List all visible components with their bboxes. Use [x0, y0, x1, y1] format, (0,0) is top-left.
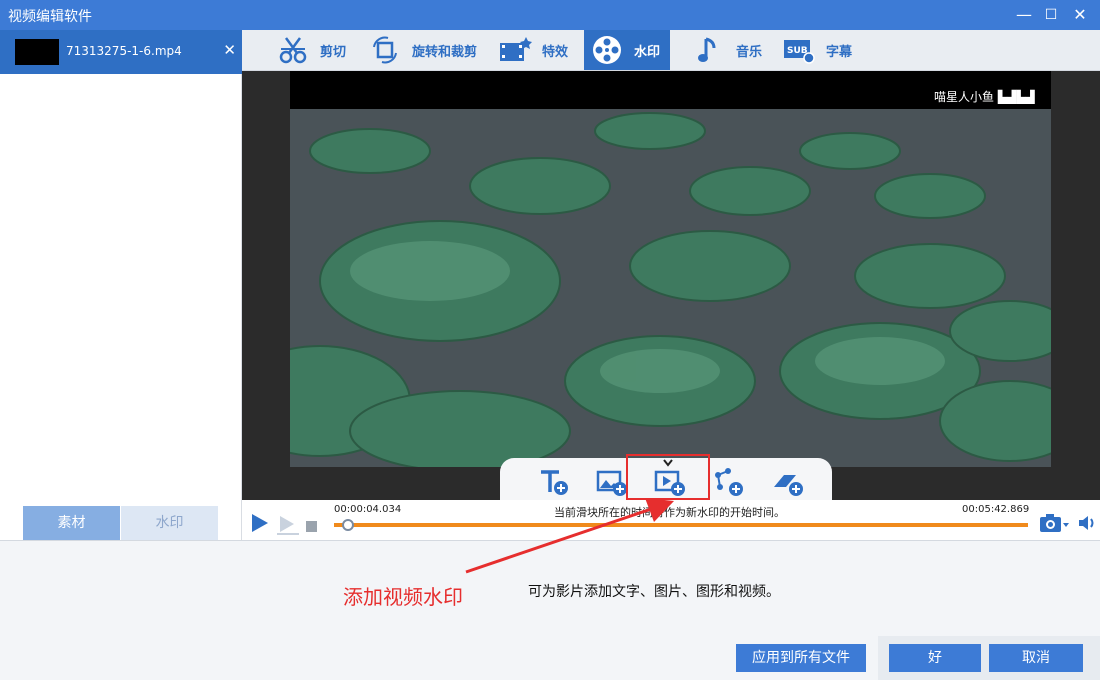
- file-list-item[interactable]: 71313275-1-6.mp4 ✕: [0, 30, 242, 74]
- sidebar: 71313275-1-6.mp4 ✕ 素材 水印: [0, 30, 242, 540]
- stop-button[interactable]: [306, 518, 318, 537]
- tool-effects-label: 特效: [542, 44, 569, 60]
- minimize-button[interactable]: —: [1014, 5, 1034, 25]
- current-time: 00:00:04.034: [334, 504, 402, 515]
- camera-icon: [1040, 514, 1069, 532]
- timeline-slider-handle[interactable]: [342, 519, 355, 531]
- tool-music-label: 音乐: [736, 44, 763, 60]
- volume-icon: [1079, 516, 1094, 530]
- tool-rotate-crop[interactable]: 旋转和裁剪: [368, 30, 477, 70]
- video-thumbnail: [15, 39, 59, 65]
- remove-file-icon[interactable]: ✕: [223, 41, 236, 59]
- tool-music[interactable]: 音乐: [692, 30, 762, 70]
- video-frame: [290, 71, 1051, 467]
- tool-subtitle[interactable]: SUB 字幕: [782, 30, 852, 70]
- tool-cut[interactable]: 剪切: [276, 30, 346, 70]
- play-button[interactable]: [250, 513, 270, 537]
- tool-cut-label: 剪切: [320, 44, 347, 60]
- chevron-down-icon[interactable]: [663, 457, 673, 470]
- close-button[interactable]: ✕: [1070, 5, 1090, 25]
- add-eraser-icon: [772, 467, 804, 501]
- subtitle-icon: SUB: [782, 33, 816, 67]
- tool-effects[interactable]: 特效: [498, 30, 568, 70]
- tool-subtitle-label: 字幕: [826, 44, 853, 60]
- music-note-icon: [692, 33, 726, 67]
- annotation-label: 添加视频水印: [343, 585, 463, 609]
- add-shape-icon: [712, 467, 744, 501]
- rotate-crop-icon: [368, 33, 402, 67]
- add-eraser-watermark-button[interactable]: [770, 468, 806, 500]
- video-watermark-text: 喵星人小鱼 ▙▟▙▟: [934, 90, 1035, 104]
- volume-button[interactable]: [1078, 515, 1098, 535]
- tool-watermark-label: 水印: [634, 44, 661, 60]
- add-shape-watermark-button[interactable]: [710, 468, 746, 500]
- total-time: 00:05:42.869: [962, 504, 1030, 515]
- annotation-arrow: [465, 498, 674, 574]
- window-title: 视频编辑软件: [8, 9, 92, 25]
- maximize-button[interactable]: ☐: [1041, 5, 1061, 25]
- play-segment-icon: [277, 516, 299, 535]
- tab-watermark[interactable]: 水印: [121, 506, 218, 540]
- play-segment-button[interactable]: [276, 514, 300, 540]
- tool-rotate-crop-label: 旋转和裁剪: [412, 44, 478, 60]
- play-icon: [252, 514, 268, 532]
- watermark-film-icon: [590, 33, 624, 67]
- snapshot-button[interactable]: [1039, 512, 1069, 538]
- file-name: 71313275-1-6.mp4: [66, 44, 182, 58]
- apply-all-button[interactable]: 应用到所有文件: [736, 644, 866, 672]
- stop-icon: [306, 521, 317, 532]
- title-bar: 视频编辑软件 — ☐ ✕: [0, 0, 1100, 30]
- scissors-icon: [276, 33, 310, 67]
- ok-button[interactable]: 好: [889, 644, 981, 672]
- tool-watermark[interactable]: 水印: [584, 30, 671, 70]
- cancel-button[interactable]: 取消: [989, 644, 1083, 672]
- editor-toolbar: 剪切 旋转和裁剪 特效 水印 音乐 SUB 字幕: [242, 30, 1100, 71]
- tab-materials[interactable]: 素材: [23, 506, 120, 540]
- effects-icon: [498, 33, 532, 67]
